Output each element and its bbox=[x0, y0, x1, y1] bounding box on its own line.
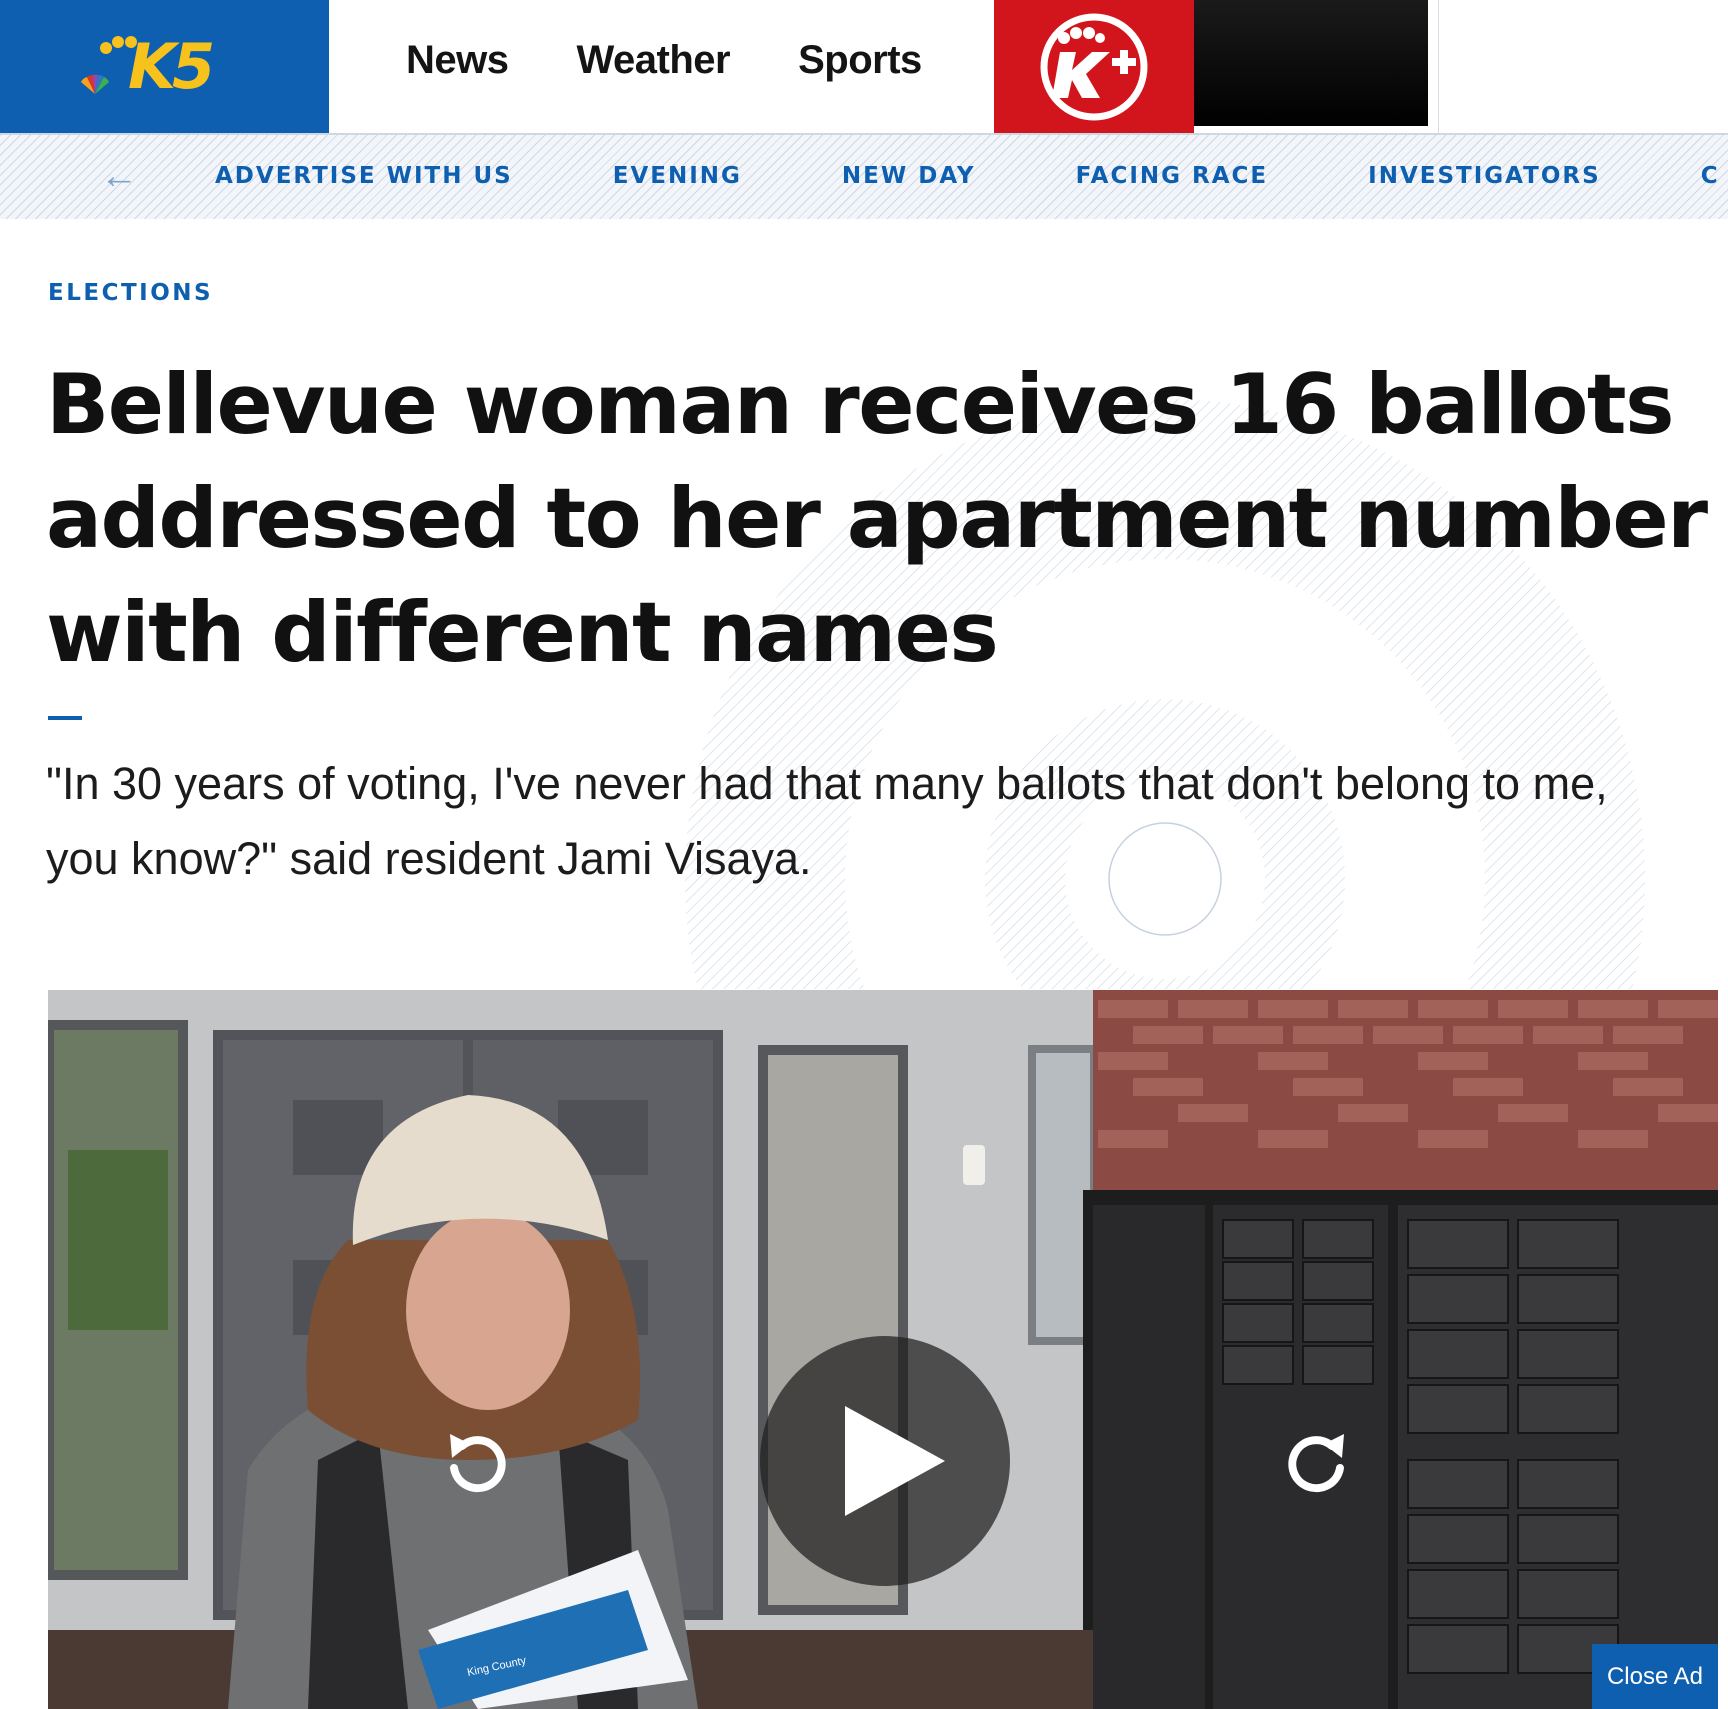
video-player[interactable]: King County bbox=[48, 990, 1718, 1709]
headline-divider bbox=[48, 716, 82, 720]
subnav-investigators[interactable]: INVESTIGATORS bbox=[1368, 163, 1601, 189]
article-headline: Bellevue woman receives 16 ballots addre… bbox=[46, 356, 1708, 681]
article-subhead: "In 30 years of voting, I've never had t… bbox=[46, 758, 1608, 884]
subnav-more-item[interactable]: C bbox=[1701, 163, 1720, 189]
article-category[interactable]: ELECTIONS bbox=[48, 280, 213, 306]
header-divider bbox=[1438, 0, 1439, 133]
close-ad-button[interactable]: Close Ad bbox=[1592, 1644, 1718, 1709]
nav-news[interactable]: News bbox=[406, 38, 509, 83]
subnav-evening[interactable]: EVENING bbox=[613, 163, 742, 189]
subnav-advertise[interactable]: ADVERTISE WITH US bbox=[215, 163, 513, 189]
scroll-left-arrow-icon[interactable]: ← bbox=[100, 155, 138, 198]
logo-wordmark: K5 bbox=[128, 30, 215, 103]
nav-weather[interactable]: Weather bbox=[577, 38, 731, 83]
kplus-logo-icon bbox=[1040, 13, 1148, 121]
subnav-new-day[interactable]: NEW DAY bbox=[842, 163, 976, 189]
kplus-button[interactable] bbox=[994, 0, 1194, 133]
play-icon bbox=[845, 1406, 945, 1516]
forward-icon bbox=[1288, 1434, 1344, 1493]
secondary-nav-items: ADVERTISE WITH US EVENING NEW DAY FACING… bbox=[215, 163, 1720, 189]
nav-sports[interactable]: Sports bbox=[798, 38, 922, 83]
king5-logo[interactable]: K5 bbox=[0, 0, 329, 133]
secondary-nav: ← ADVERTISE WITH US EVENING NEW DAY FACI… bbox=[0, 133, 1728, 219]
header-ad-slot bbox=[1194, 0, 1428, 126]
rewind-icon bbox=[450, 1434, 506, 1493]
nbc-peacock-icon bbox=[81, 74, 109, 94]
subnav-facing-race[interactable]: FACING RACE bbox=[1076, 163, 1269, 189]
rewind-button[interactable] bbox=[432, 1418, 522, 1508]
forward-button[interactable] bbox=[1272, 1418, 1362, 1508]
main-nav: News Weather Sports bbox=[406, 38, 922, 83]
site-header: K5 News Weather Sports bbox=[0, 0, 1728, 133]
play-button[interactable] bbox=[760, 1336, 1010, 1586]
